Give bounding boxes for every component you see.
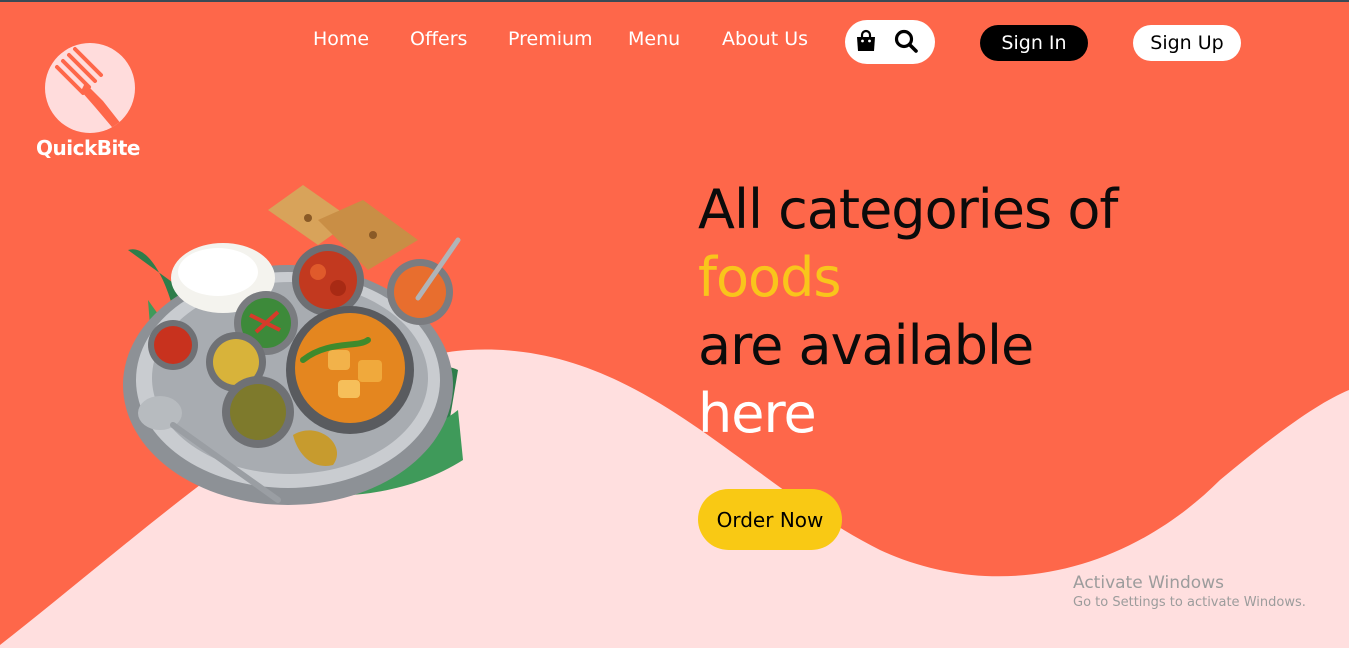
nav-home[interactable]: Home <box>313 28 369 50</box>
headline-highlight: foods <box>698 246 842 309</box>
shopping-bag-icon[interactable] <box>853 28 879 54</box>
fork-icon <box>45 43 135 133</box>
sign-in-button[interactable]: Sign In <box>980 25 1088 61</box>
brand-logo[interactable]: QuickBite <box>36 42 140 164</box>
search-icon[interactable] <box>893 28 919 54</box>
nav-icon-group <box>845 20 935 64</box>
nav-menu[interactable]: Menu <box>628 28 680 50</box>
windows-activation-watermark: Activate Windows Go to Settings to activ… <box>1073 573 1306 610</box>
brand-name: QuickBite <box>36 136 140 160</box>
watermark-title: Activate Windows <box>1073 573 1224 593</box>
nav-premium[interactable]: Premium <box>508 28 593 50</box>
sign-up-button[interactable]: Sign Up <box>1133 25 1241 61</box>
order-now-button[interactable]: Order Now <box>698 489 842 550</box>
hero-headline: All categories of foods are available he… <box>698 176 1118 448</box>
watermark-subtitle: Go to Settings to activate Windows. <box>1073 595 1306 610</box>
headline-line-4: here <box>698 382 817 445</box>
nav-offers[interactable]: Offers <box>410 28 467 50</box>
headline-line-1: All categories of <box>698 178 1118 241</box>
nav-about-us[interactable]: About Us <box>722 28 808 50</box>
headline-line-3: are available <box>698 314 1034 377</box>
food-platter-image <box>123 185 463 505</box>
